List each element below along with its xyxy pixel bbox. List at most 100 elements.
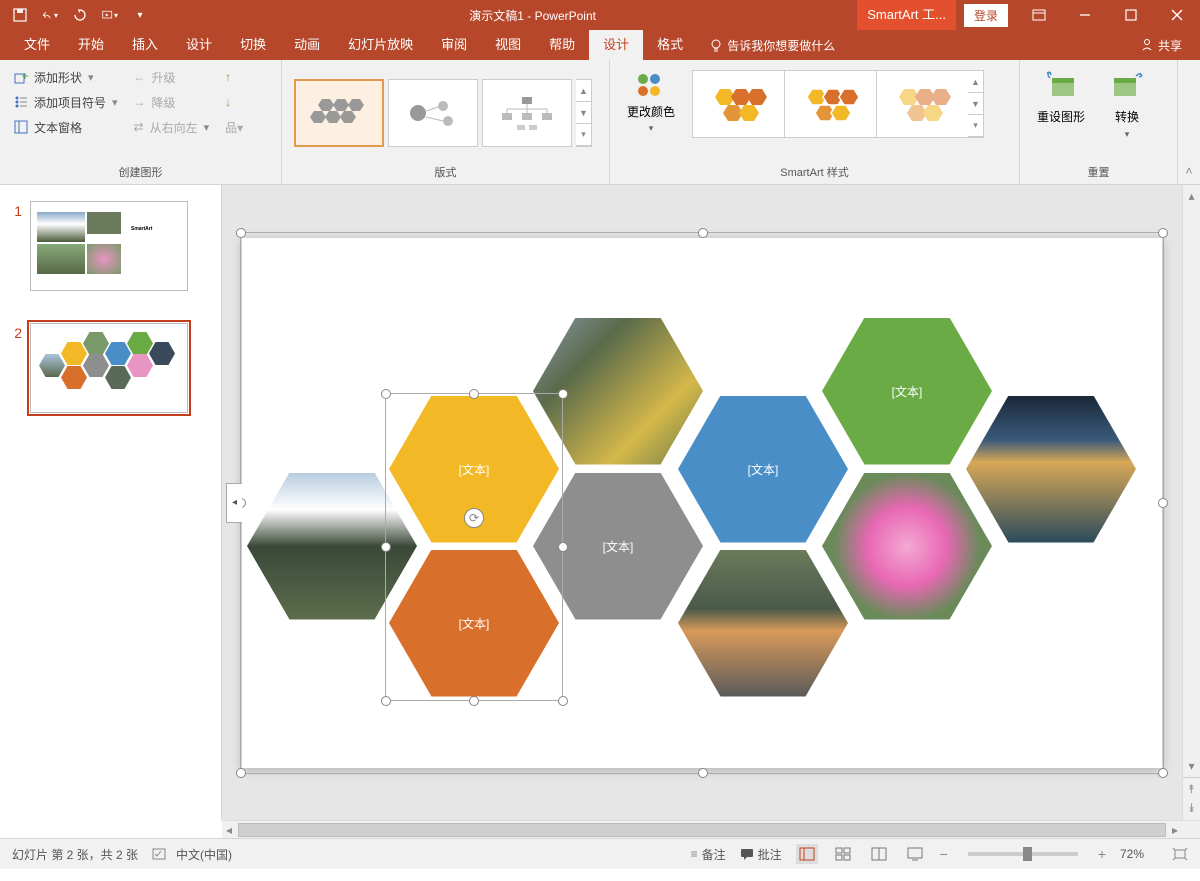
style-2[interactable]: [784, 70, 876, 138]
status-bar: 幻灯片 第 2 张，共 2 张 中文(中国) ≡备注 批注 − + 72%: [0, 838, 1200, 869]
tab-file[interactable]: 文件: [10, 30, 64, 60]
text-pane-expand-icon[interactable]: ◂: [226, 483, 242, 523]
notes-button[interactable]: ≡备注: [691, 846, 726, 863]
layout-hierarchy[interactable]: [482, 79, 572, 147]
slide-thumbnails: 1 SmartArt 2: [0, 185, 222, 820]
style-1[interactable]: [692, 70, 784, 138]
collapse-ribbon-icon[interactable]: ˄: [1178, 60, 1200, 184]
comments-button[interactable]: 批注: [740, 846, 782, 863]
tell-me-search[interactable]: 告诉我你想要做什么: [697, 37, 847, 54]
text-pane-button[interactable]: 文本窗格: [10, 116, 122, 138]
ribbon-display-options-icon[interactable]: [1016, 0, 1062, 30]
change-colors-label: 更改颜色: [627, 106, 675, 119]
tab-smartart-format[interactable]: 格式: [643, 30, 697, 60]
add-shape-button[interactable]: 添加形状▾: [10, 66, 122, 88]
notes-label: 备注: [702, 846, 726, 863]
quick-access-toolbar: ▾ ▾ ▾: [0, 7, 148, 23]
vertical-scrollbar[interactable]: ▴ ▾ ⯭ ⯯: [1182, 185, 1200, 820]
share-icon: [1140, 38, 1154, 52]
zoom-out-icon[interactable]: −: [940, 846, 948, 862]
promote-button: ←升级: [130, 66, 214, 88]
tab-review[interactable]: 审阅: [427, 30, 481, 60]
move-up-button: ↑: [221, 66, 247, 88]
tab-help[interactable]: 帮助: [535, 30, 589, 60]
text-pane-icon: [14, 120, 28, 134]
normal-view-icon[interactable]: [796, 844, 818, 864]
undo-icon[interactable]: ▾: [42, 7, 58, 23]
reset-icon: [1044, 70, 1078, 104]
spellcheck-icon[interactable]: [152, 847, 168, 861]
rtl-button: ⇄从右向左▾: [130, 116, 214, 138]
horizontal-scrollbar[interactable]: ◂ ▸: [222, 820, 1200, 838]
language-status[interactable]: 中文(中国): [176, 846, 232, 863]
slideshow-view-icon[interactable]: [904, 844, 926, 864]
rotate-handle-icon[interactable]: ⟳: [464, 508, 484, 528]
change-colors-button[interactable]: 更改颜色 ▾: [616, 64, 686, 140]
tell-me-label: 告诉我你想要做什么: [727, 37, 835, 54]
tab-smartart-design[interactable]: 设计: [589, 30, 643, 60]
tab-animations[interactable]: 动画: [280, 30, 334, 60]
slide-canvas[interactable]: ◂ [文本] [文本] [文本] [文本] [文本] ⟳: [222, 185, 1182, 820]
tab-transitions[interactable]: 切换: [226, 30, 280, 60]
reset-label: 重设图形: [1037, 108, 1085, 125]
thumb-number-2: 2: [10, 323, 30, 341]
minimize-icon[interactable]: [1062, 0, 1108, 30]
tab-home[interactable]: 开始: [64, 30, 118, 60]
share-label: 共享: [1158, 37, 1182, 54]
change-colors-icon: [633, 70, 669, 102]
group-reset: 重设图形 转换▾ 重置: [1020, 60, 1178, 184]
rtl-label: 从右向左: [150, 119, 198, 136]
fit-to-window-icon[interactable]: [1172, 847, 1188, 861]
group-layouts: ▲▼▾ 版式: [282, 60, 610, 184]
convert-button[interactable]: 转换▾: [1098, 70, 1156, 140]
zoom-value[interactable]: 72%: [1120, 847, 1158, 861]
bullet-icon: [14, 95, 28, 109]
close-icon[interactable]: [1154, 0, 1200, 30]
reset-graphic-button[interactable]: 重设图形: [1032, 70, 1090, 125]
title-bar: ▾ ▾ ▾ 演示文稿1 - PowerPoint SmartArt 工... 登…: [0, 0, 1200, 30]
layout-hexagon[interactable]: [294, 79, 384, 147]
style-3[interactable]: [876, 70, 968, 138]
save-icon[interactable]: [12, 7, 28, 23]
slide-sorter-icon[interactable]: [832, 844, 854, 864]
hex-gray-text: [文本]: [603, 538, 634, 555]
reading-view-icon[interactable]: [868, 844, 890, 864]
title-right: SmartArt 工... 登录: [857, 0, 1200, 30]
smartart-tools-tab[interactable]: SmartArt 工...: [857, 0, 956, 30]
customize-qat-icon[interactable]: ▾: [132, 7, 148, 23]
zoom-in-icon[interactable]: +: [1098, 846, 1106, 862]
tab-view[interactable]: 视图: [481, 30, 535, 60]
start-from-beginning-icon[interactable]: ▾: [102, 7, 118, 23]
add-bullet-button[interactable]: 添加项目符号▾: [10, 91, 122, 113]
comments-label: 批注: [758, 846, 782, 863]
slide[interactable]: ◂ [文本] [文本] [文本] [文本] [文本] ⟳: [242, 238, 1162, 768]
layout-cycle[interactable]: [388, 79, 478, 147]
window-title: 演示文稿1 - PowerPoint: [148, 7, 857, 24]
group-reset-label: 重置: [1026, 162, 1171, 182]
add-shape-icon: [14, 70, 28, 84]
login-button[interactable]: 登录: [964, 4, 1008, 27]
lightbulb-icon: [709, 38, 723, 52]
move-down-button[interactable]: ↓: [221, 91, 247, 113]
styles-scroll[interactable]: ▲▼▾: [968, 70, 984, 138]
group-styles-label: SmartArt 样式: [616, 162, 1013, 182]
share-button[interactable]: 共享: [1122, 37, 1200, 54]
text-pane-label: 文本窗格: [34, 119, 82, 136]
redo-icon[interactable]: [72, 7, 88, 23]
tab-design[interactable]: 设计: [172, 30, 226, 60]
convert-icon: [1110, 70, 1144, 104]
slide-thumb-1[interactable]: SmartArt: [30, 201, 188, 291]
layouts-scroll[interactable]: ▲▼▾: [576, 79, 592, 147]
group-smartart-styles: 更改颜色 ▾ ▲▼▾ SmartArt 样式: [610, 60, 1020, 184]
thumb1-smartart-label: SmartArt: [131, 226, 152, 232]
maximize-icon[interactable]: [1108, 0, 1154, 30]
slide-position[interactable]: 幻灯片 第 2 张，共 2 张: [12, 846, 138, 863]
add-shape-label: 添加形状: [34, 69, 82, 86]
tab-slideshow[interactable]: 幻灯片放映: [334, 30, 427, 60]
hex-blue-text: [文本]: [748, 461, 779, 478]
group-layouts-label: 版式: [288, 162, 603, 182]
thumb-number-1: 1: [10, 201, 30, 219]
slide-thumb-2[interactable]: [30, 323, 188, 413]
zoom-slider[interactable]: [968, 852, 1078, 856]
tab-insert[interactable]: 插入: [118, 30, 172, 60]
